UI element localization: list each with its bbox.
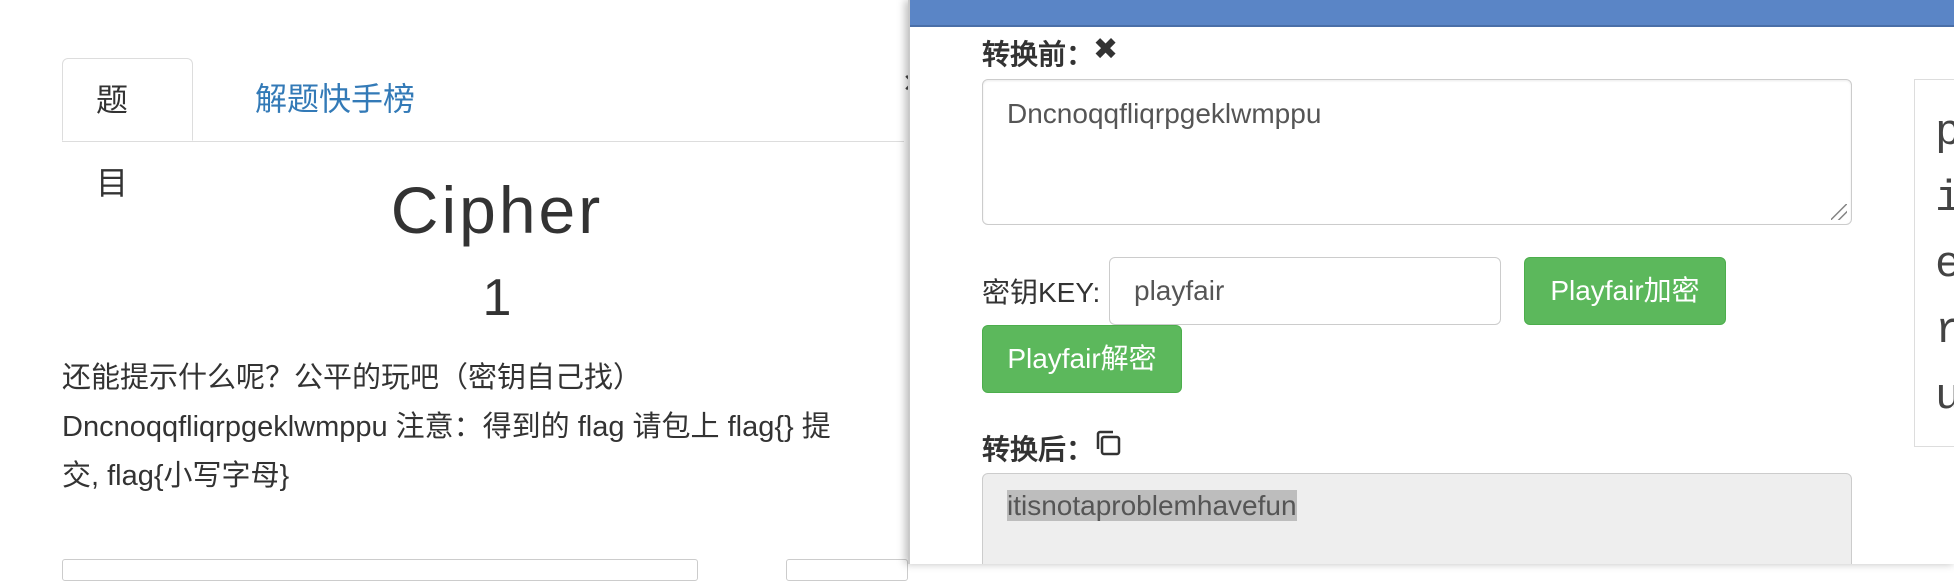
challenge-tabs: 题目 解题快手榜 — [62, 58, 904, 201]
before-label: 转换前： — [982, 39, 1095, 70]
key-label: 密钥KEY: — [982, 277, 1101, 308]
flag-input[interactable] — [62, 559, 698, 581]
input-text: Dncnoqqfliqrpgeklwmppu — [1007, 98, 1322, 129]
side-char: r — [1935, 298, 1954, 364]
challenge-points: 1 — [482, 269, 512, 327]
resize-handle[interactable] — [1831, 204, 1847, 220]
side-output-box: p i e r u — [1914, 79, 1954, 447]
side-char: p — [1935, 100, 1954, 166]
playfair-encrypt-button[interactable]: Playfair加密 — [1524, 257, 1726, 325]
input-textarea[interactable]: Dncnoqqfliqrpgeklwmppu — [982, 79, 1852, 225]
side-char: e — [1935, 232, 1954, 298]
playfair-decrypt-button[interactable]: Playfair解密 — [982, 325, 1182, 393]
panel-header — [910, 0, 1954, 27]
cipher-tool-panel: 转换前： ✖ Dncnoqqfliqrpgeklwmppu 密钥KEY: pla… — [908, 0, 1954, 564]
key-input[interactable]: playfair — [1109, 257, 1501, 325]
challenge-title: Cipher — [390, 173, 604, 247]
tab-challenge[interactable]: 题目 — [62, 58, 193, 201]
submit-button[interactable] — [786, 559, 908, 581]
side-char: i — [1935, 166, 1954, 232]
output-textarea[interactable]: itisnotaproblemhavefun — [982, 473, 1852, 564]
challenge-description: 还能提示什么呢？公平的玩吧（密钥自己找） Dncnoqqfliqrpgeklwm… — [62, 354, 912, 501]
side-char: u — [1935, 364, 1954, 430]
description-line: 交, flag{小写字母} — [62, 460, 290, 492]
tab-leaderboard[interactable]: 解题快手榜 — [222, 58, 448, 141]
after-label: 转换后： — [982, 434, 1095, 465]
description-line: Dncnoqqfliqrpgeklwmppu 注意：得到的 flag 请包上 f… — [62, 411, 831, 443]
output-text: itisnotaproblemhavefun — [1007, 490, 1297, 521]
description-line: 还能提示什么呢？公平的玩吧（密钥自己找） — [62, 362, 643, 394]
clear-icon[interactable]: ✖ — [1093, 32, 1118, 67]
copy-icon[interactable] — [1093, 428, 1123, 458]
